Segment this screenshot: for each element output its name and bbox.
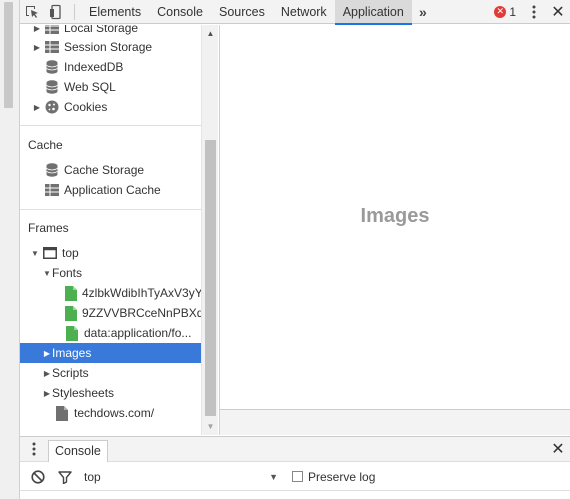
console-toolbar: top ▼ Preserve log bbox=[20, 463, 570, 491]
collapse-arrow-icon[interactable]: ▼ bbox=[42, 269, 52, 278]
grid-icon bbox=[45, 40, 59, 54]
database-icon bbox=[45, 163, 59, 177]
sidebar-item-font-file[interactable]: data:application/fo... bbox=[20, 323, 202, 343]
close-devtools-button[interactable]: ✕ bbox=[546, 0, 570, 24]
main-view-footer bbox=[219, 409, 570, 435]
section-divider bbox=[20, 125, 202, 126]
sidebar-item-frame-top[interactable]: ▼ top bbox=[20, 243, 202, 263]
database-icon bbox=[45, 80, 59, 94]
cookie-icon bbox=[45, 100, 59, 114]
sidebar-item-label: Fonts bbox=[52, 266, 83, 280]
sidebar-scrollbar[interactable]: ▲ ▼ bbox=[201, 25, 218, 435]
customize-menu-icon[interactable] bbox=[522, 0, 546, 24]
drawer-header: Console ✕ bbox=[20, 436, 570, 462]
file-icon bbox=[65, 325, 79, 341]
sidebar-item-label: data:application/fo... bbox=[84, 326, 192, 340]
grid-icon bbox=[45, 183, 59, 197]
application-sidebar: ▶ Local Storage ▶ Session Storage Indexe… bbox=[20, 25, 218, 435]
sidebar-item-web-sql[interactable]: Web SQL bbox=[20, 77, 202, 97]
sidebar-item-label: Images bbox=[52, 346, 92, 360]
error-count: 1 bbox=[509, 4, 516, 19]
close-drawer-button[interactable]: ✕ bbox=[546, 437, 570, 461]
sidebar-item-label: Scripts bbox=[52, 366, 89, 380]
error-icon: ✕ bbox=[494, 5, 507, 18]
error-counter[interactable]: ✕ 1 bbox=[488, 5, 522, 19]
sidebar-item-cache-storage[interactable]: Cache Storage bbox=[20, 160, 202, 180]
context-selector[interactable]: top ▼ bbox=[78, 467, 278, 487]
preserve-log-label: Preserve log bbox=[308, 469, 376, 484]
sidebar-item-label: IndexedDB bbox=[64, 60, 124, 74]
sidebar-item-document[interactable]: techdows.com/ bbox=[20, 403, 202, 423]
sidebar-item-label: techdows.com/ bbox=[74, 406, 155, 420]
console-output bbox=[20, 491, 570, 499]
inspect-element-icon[interactable] bbox=[20, 0, 44, 24]
expand-arrow-icon[interactable]: ▶ bbox=[42, 389, 52, 398]
file-icon bbox=[65, 285, 77, 301]
tab-console[interactable]: Console bbox=[149, 0, 211, 24]
preserve-log-option[interactable]: Preserve log bbox=[292, 470, 375, 484]
sidebar-item-label: top bbox=[62, 246, 79, 260]
sidebar-item-label: 4zlbkWdibIhTyAxV3yY bbox=[82, 286, 202, 300]
document-icon bbox=[55, 405, 69, 421]
main-view: Images bbox=[219, 25, 570, 409]
drawer-menu-icon[interactable] bbox=[20, 436, 48, 462]
sidebar-item-cookies[interactable]: ▶ Cookies bbox=[20, 97, 202, 117]
preserve-log-checkbox[interactable] bbox=[292, 471, 303, 482]
sidebar-item-application-cache[interactable]: Application Cache bbox=[20, 180, 202, 200]
sidebar-item-label: Cache Storage bbox=[64, 163, 145, 177]
section-divider bbox=[20, 209, 202, 210]
grid-icon bbox=[45, 25, 59, 35]
sidebar-item-label: Local Storage bbox=[64, 25, 139, 35]
sidebar-item-session-storage[interactable]: ▶ Session Storage bbox=[20, 37, 202, 57]
expand-arrow-icon[interactable]: ▶ bbox=[32, 103, 42, 112]
more-tabs-button[interactable]: » bbox=[412, 0, 434, 24]
device-toggle-icon[interactable] bbox=[44, 0, 68, 24]
toolbar-separator bbox=[74, 3, 75, 20]
clear-console-icon[interactable] bbox=[24, 469, 52, 484]
tab-network[interactable]: Network bbox=[273, 0, 335, 24]
page-scrollbar[interactable] bbox=[0, 0, 20, 499]
sidebar-item-label: Stylesheets bbox=[52, 386, 115, 400]
expand-arrow-icon[interactable]: ▶ bbox=[32, 25, 42, 33]
sidebar-item-label: Application Cache bbox=[64, 183, 161, 197]
sidebar-item-stylesheets[interactable]: ▶ Stylesheets bbox=[20, 383, 202, 403]
scroll-down-arrow-icon[interactable]: ▼ bbox=[202, 422, 219, 431]
sidebar-item-scripts[interactable]: ▶ Scripts bbox=[20, 363, 202, 383]
dropdown-arrow-icon: ▼ bbox=[269, 471, 278, 482]
context-value: top bbox=[84, 469, 101, 484]
sidebar-item-label: Session Storage bbox=[64, 40, 153, 54]
sidebar-item-font-file[interactable]: 9ZZVVBRCceNnPBXqV bbox=[20, 303, 202, 323]
view-title: Images bbox=[360, 205, 430, 227]
tab-sources[interactable]: Sources bbox=[211, 0, 273, 24]
database-icon bbox=[45, 60, 59, 74]
expand-arrow-icon[interactable]: ▶ bbox=[32, 43, 42, 52]
tab-elements[interactable]: Elements bbox=[81, 0, 149, 24]
expand-arrow-icon[interactable]: ▶ bbox=[42, 349, 52, 358]
sidebar-item-label: Web SQL bbox=[64, 80, 116, 94]
sidebar-item-indexeddb[interactable]: IndexedDB bbox=[20, 57, 202, 77]
frames-section-header: Frames bbox=[28, 221, 69, 235]
drawer-tab-console[interactable]: Console bbox=[48, 440, 108, 462]
collapse-arrow-icon[interactable]: ▼ bbox=[30, 249, 40, 258]
filter-icon[interactable] bbox=[52, 470, 78, 484]
cache-section-header: Cache bbox=[28, 138, 63, 152]
sidebar-item-images[interactable]: ▶ Images bbox=[20, 343, 202, 363]
sidebar-item-label: 9ZZVVBRCceNnPBXqV bbox=[82, 306, 202, 320]
tab-application[interactable]: Application bbox=[334, 0, 413, 25]
frame-icon bbox=[43, 246, 57, 260]
page-scrollbar-thumb[interactable] bbox=[4, 2, 13, 108]
sidebar-item-font-file[interactable]: 4zlbkWdibIhTyAxV3yY bbox=[20, 283, 202, 303]
file-icon bbox=[65, 305, 77, 321]
scroll-up-arrow-icon[interactable]: ▲ bbox=[202, 29, 219, 38]
sidebar-item-label: Cookies bbox=[64, 100, 108, 114]
expand-arrow-icon[interactable]: ▶ bbox=[42, 369, 52, 378]
devtools-toolbar: Elements Console Sources Network Applica… bbox=[20, 0, 570, 25]
sidebar-scrollbar-thumb[interactable] bbox=[205, 140, 216, 416]
sidebar-item-fonts[interactable]: ▼ Fonts bbox=[20, 263, 202, 283]
